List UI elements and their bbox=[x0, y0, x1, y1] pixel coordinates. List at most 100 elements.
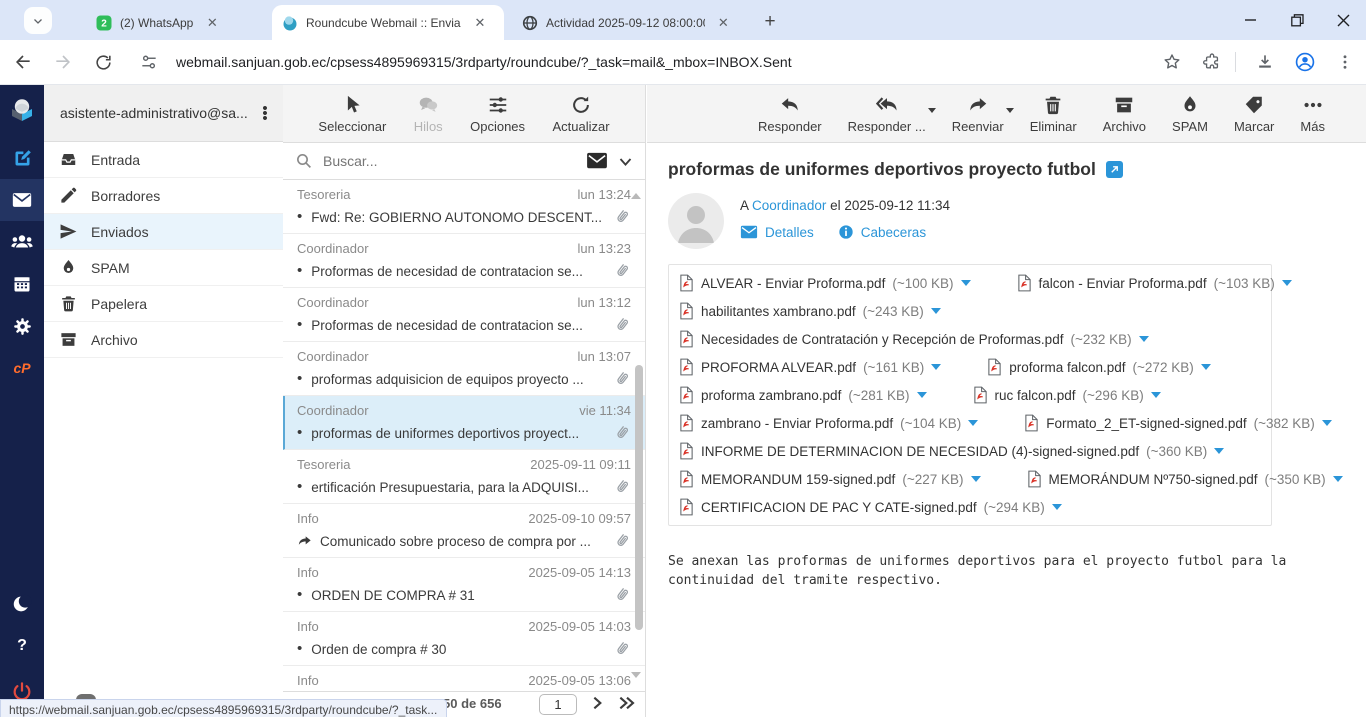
attachment-menu-caret-icon[interactable] bbox=[1322, 420, 1332, 431]
restore-button[interactable] bbox=[1274, 0, 1320, 40]
reply-all-button[interactable]: Responder ... bbox=[848, 94, 926, 134]
attachment[interactable]: CERTIFICACION DE PAC Y CATE-signed.pdf(~… bbox=[679, 498, 1062, 516]
tab-close-icon[interactable]: ✕ bbox=[203, 14, 221, 32]
reload-button[interactable] bbox=[86, 45, 120, 79]
more-button[interactable]: Más bbox=[1300, 94, 1325, 134]
headers-link[interactable]: Cabeceras bbox=[838, 224, 926, 240]
page-number-input[interactable] bbox=[539, 694, 577, 715]
attachment-menu-caret-icon[interactable] bbox=[931, 364, 941, 375]
attachment[interactable]: proforma falcon.pdf(~272 KB) bbox=[987, 358, 1210, 376]
tab-roundcube-active[interactable]: Roundcube Webmail :: Enviados ✕ bbox=[272, 5, 504, 40]
attachment-menu-caret-icon[interactable] bbox=[1201, 364, 1211, 375]
sidebar-item-spam[interactable]: SPAM bbox=[44, 250, 283, 286]
browser-menu-kebab-icon[interactable] bbox=[1328, 45, 1362, 79]
close-window-button[interactable] bbox=[1320, 0, 1366, 40]
cpanel-icon[interactable]: cP bbox=[0, 347, 44, 389]
attachment-menu-caret-icon[interactable] bbox=[1052, 504, 1062, 515]
url-text[interactable]: webmail.sanjuan.gob.ec/cpsess4895969315/… bbox=[176, 54, 792, 70]
dark-mode-moon-icon[interactable] bbox=[0, 583, 44, 625]
message-row[interactable]: Tesoreria2025-09-11 09:11 •ertificación … bbox=[283, 450, 645, 504]
attachment[interactable]: Necesidades de Contratación y Recepción … bbox=[679, 330, 1149, 348]
forward-button[interactable] bbox=[46, 45, 80, 79]
message-row[interactable]: Info2025-09-05 14:13 •ORDEN DE COMPRA # … bbox=[283, 558, 645, 612]
archive-button[interactable]: Archivo bbox=[1103, 94, 1146, 134]
refresh-button[interactable]: Actualizar bbox=[552, 94, 609, 134]
scroll-up-arrow[interactable] bbox=[631, 188, 641, 199]
attachment-menu-caret-icon[interactable] bbox=[971, 476, 981, 487]
mark-button[interactable]: Marcar bbox=[1234, 94, 1274, 134]
contacts-icon[interactable] bbox=[0, 221, 44, 263]
attachment[interactable]: proforma zambrano.pdf(~281 KB) bbox=[679, 386, 927, 404]
forward-button[interactable]: Reenviar bbox=[952, 94, 1004, 134]
list-scrollbar-thumb[interactable] bbox=[635, 365, 643, 630]
bookmark-star-icon[interactable] bbox=[1155, 45, 1189, 79]
extensions-icon[interactable] bbox=[1195, 45, 1229, 79]
attachment-menu-caret-icon[interactable] bbox=[917, 392, 927, 403]
account-menu-kebab-icon[interactable]: ••• bbox=[257, 106, 273, 121]
message-row[interactable]: Coordinadorlun 13:23 •Proformas de neces… bbox=[283, 234, 645, 288]
select-button[interactable]: Seleccionar bbox=[318, 94, 386, 134]
sidebar-item-papelera[interactable]: Papelera bbox=[44, 286, 283, 322]
attachment[interactable]: falcon - Enviar Proforma.pdf(~103 KB) bbox=[1017, 274, 1292, 292]
attachment[interactable]: zambrano - Enviar Proforma.pdf(~104 KB) bbox=[679, 414, 978, 432]
message-row[interactable]: Info2025-09-05 14:03 •Orden de compra # … bbox=[283, 612, 645, 666]
attachment-menu-caret-icon[interactable] bbox=[1282, 280, 1292, 291]
attachment[interactable]: MEMORÁNDUM Nº750-signed.pdf(~350 KB) bbox=[1027, 470, 1343, 488]
attachment[interactable]: PROFORMA ALVEAR.pdf(~161 KB) bbox=[679, 358, 941, 376]
mail-section-icon[interactable] bbox=[0, 179, 44, 221]
attachment[interactable]: habilitantes xambrano.pdf(~243 KB) bbox=[679, 302, 941, 320]
search-scope-envelope-icon[interactable] bbox=[586, 152, 608, 170]
tab-close-icon[interactable]: ✕ bbox=[471, 14, 489, 32]
attachment[interactable]: ruc falcon.pdf(~296 KB) bbox=[973, 386, 1161, 404]
sidebar-item-archivo[interactable]: Archivo bbox=[44, 322, 283, 358]
attachment-menu-caret-icon[interactable] bbox=[968, 420, 978, 431]
back-button[interactable] bbox=[6, 45, 40, 79]
search-options-chevron-icon[interactable] bbox=[618, 154, 633, 169]
message-row-selected[interactable]: Coordinadorvie 11:34 •proformas de unifo… bbox=[283, 396, 645, 450]
compose-icon[interactable] bbox=[0, 137, 44, 179]
attachment[interactable]: INFORME DE DETERMINACION DE NECESIDAD (4… bbox=[679, 442, 1224, 460]
delete-button[interactable]: Eliminar bbox=[1030, 94, 1077, 134]
settings-gear-icon[interactable] bbox=[0, 305, 44, 347]
tab-actividad[interactable]: Actividad 2025-09-12 08:00:00 ✕ bbox=[512, 5, 742, 40]
attachment[interactable]: MEMORANDUM 159-signed.pdf(~227 KB) bbox=[679, 470, 981, 488]
next-page-icon[interactable] bbox=[589, 695, 605, 711]
sidebar-item-entrada[interactable]: Entrada bbox=[44, 142, 283, 178]
message-row[interactable]: Info2025-09-05 13:06 bbox=[283, 666, 645, 691]
sidebar-item-enviados[interactable]: Enviados bbox=[44, 214, 283, 250]
last-page-icon[interactable] bbox=[617, 695, 637, 711]
threads-button[interactable]: Hilos bbox=[414, 94, 443, 134]
attachment[interactable]: Formato_2_ET-signed-signed.pdf(~382 KB) bbox=[1024, 414, 1332, 432]
tab-whatsapp[interactable]: 2 (2) WhatsApp ✕ bbox=[86, 5, 266, 40]
new-tab-button[interactable]: + bbox=[756, 8, 784, 36]
reply-button[interactable]: Responder bbox=[758, 94, 822, 134]
details-link[interactable]: Detalles bbox=[740, 225, 814, 240]
message-row[interactable]: Coordinadorlun 13:07 •proformas adquisic… bbox=[283, 342, 645, 396]
account-header[interactable]: asistente-administrativo@sa... ••• bbox=[44, 85, 283, 142]
dropdown-caret-icon[interactable] bbox=[1006, 108, 1014, 117]
roundcube-logo-icon[interactable] bbox=[0, 85, 44, 137]
open-in-new-window-icon[interactable] bbox=[1106, 161, 1123, 178]
downloads-icon[interactable] bbox=[1248, 45, 1282, 79]
options-button[interactable]: Opciones bbox=[470, 94, 525, 134]
profile-avatar-icon[interactable] bbox=[1288, 45, 1322, 79]
scroll-down-arrow[interactable] bbox=[631, 672, 641, 683]
attachment-menu-caret-icon[interactable] bbox=[1151, 392, 1161, 403]
attachment-menu-caret-icon[interactable] bbox=[1214, 448, 1224, 459]
site-controls-icon[interactable] bbox=[132, 45, 166, 79]
spam-button[interactable]: SPAM bbox=[1172, 94, 1208, 134]
tab-close-icon[interactable]: ✕ bbox=[715, 14, 732, 32]
sidebar-item-borradores[interactable]: Borradores bbox=[44, 178, 283, 214]
attachment-menu-caret-icon[interactable] bbox=[961, 280, 971, 291]
tab-search-button[interactable] bbox=[24, 7, 52, 34]
attachment-menu-caret-icon[interactable] bbox=[1333, 476, 1343, 487]
message-row[interactable]: Info2025-09-10 09:57 Comunicado sobre pr… bbox=[283, 504, 645, 558]
search-input[interactable] bbox=[323, 153, 576, 169]
calendar-icon[interactable] bbox=[0, 263, 44, 305]
attachment[interactable]: ALVEAR - Enviar Proforma.pdf(~100 KB) bbox=[679, 274, 971, 292]
minimize-button[interactable] bbox=[1228, 0, 1274, 40]
attachment-menu-caret-icon[interactable] bbox=[1139, 336, 1149, 347]
message-row[interactable]: Coordinadorlun 13:12 •Proformas de neces… bbox=[283, 288, 645, 342]
message-row[interactable]: Tesorerialun 13:24 •Fwd: Re: GOBIERNO AU… bbox=[283, 180, 645, 234]
attachment-menu-caret-icon[interactable] bbox=[931, 308, 941, 319]
